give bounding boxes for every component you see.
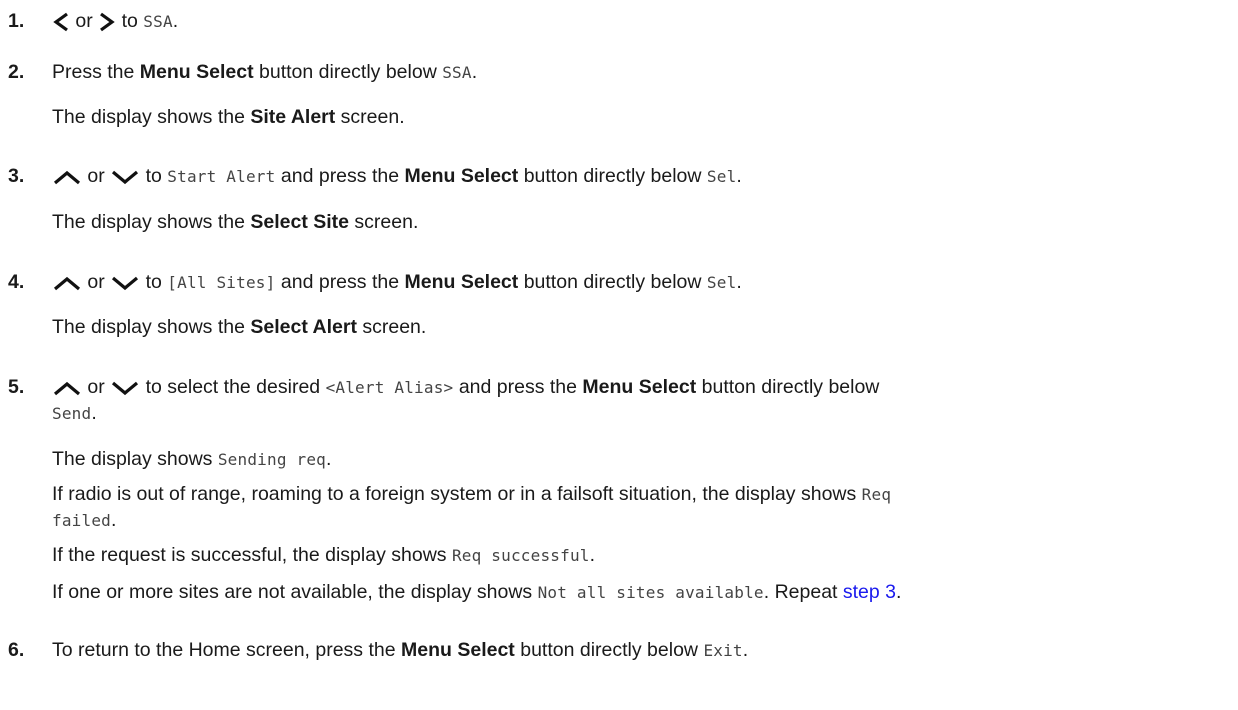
code-text: Start Alert xyxy=(167,167,276,186)
step-4-result: The display shows the Select Alert scree… xyxy=(52,316,427,338)
step-5-result-1: The display shows Sending req. xyxy=(52,448,332,470)
step-text: or to [All Sites] and press the Menu Sel… xyxy=(52,269,742,296)
step-5-result-4: If one or more sites are not available, … xyxy=(52,581,902,603)
chevron-down-icon xyxy=(110,274,140,292)
step-text: or to select the desired <Alert Alias> a… xyxy=(52,374,879,401)
step-3-result: The display shows the Select Site screen… xyxy=(52,211,419,233)
code-text: Send xyxy=(52,404,92,423)
code-text: Req xyxy=(861,485,892,504)
code-text: <Alert Alias> xyxy=(325,378,454,397)
step-3-link[interactable]: step 3 xyxy=(843,581,896,603)
step-number: 6. xyxy=(8,639,25,661)
chevron-down-icon xyxy=(110,379,140,397)
step-number: 5. xyxy=(8,376,25,398)
chevron-left-icon xyxy=(52,11,70,33)
code-text: Not all sites available xyxy=(537,583,764,602)
chevron-right-icon xyxy=(98,11,116,33)
step-text: To return to the Home screen, press the … xyxy=(52,639,749,661)
step-number: 2. xyxy=(8,61,25,83)
step-number: 1. xyxy=(8,10,25,32)
code-text: Sel xyxy=(706,273,737,292)
code-text: SSA xyxy=(442,63,472,82)
code-text: [All Sites] xyxy=(167,273,276,292)
step-5-result-2b: failed. xyxy=(52,509,117,531)
code-text: Req successful xyxy=(451,546,590,565)
code-text: SSA xyxy=(143,12,173,31)
step-text: Press the Menu Select button directly be… xyxy=(52,61,478,83)
chevron-down-icon xyxy=(110,168,140,186)
step-5-result-2: If radio is out of range, roaming to a f… xyxy=(52,483,892,505)
code-text: Sending req xyxy=(217,450,327,469)
step-5-line-2: Send. xyxy=(52,402,97,424)
chevron-up-icon xyxy=(52,168,82,186)
step-text: or to SSA. xyxy=(52,8,178,35)
chevron-up-icon xyxy=(52,274,82,292)
step-text: or to Start Alert and press the Menu Sel… xyxy=(52,163,742,190)
step-5-result-3: If the request is successful, the displa… xyxy=(52,544,596,566)
step-number: 3. xyxy=(8,165,25,187)
step-2-result: The display shows the Site Alert screen. xyxy=(52,106,405,128)
step-number: 4. xyxy=(8,271,25,293)
code-text: Exit xyxy=(703,641,743,660)
code-text: failed xyxy=(52,511,111,530)
chevron-up-icon xyxy=(52,379,82,397)
code-text: Sel xyxy=(706,167,737,186)
